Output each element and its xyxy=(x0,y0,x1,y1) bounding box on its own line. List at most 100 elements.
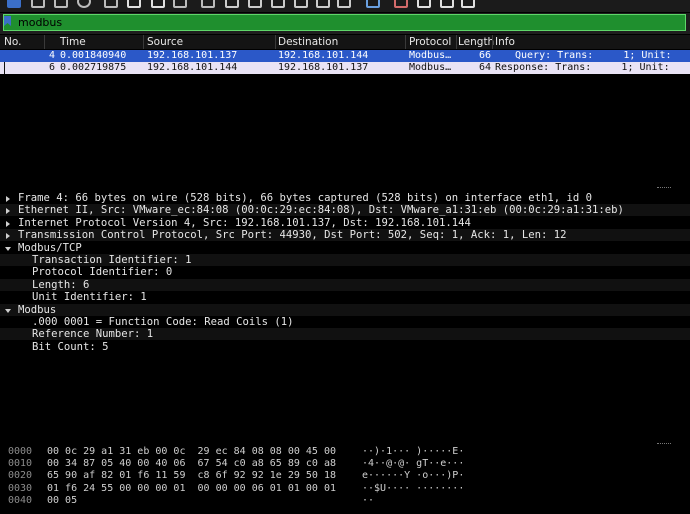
hex-offset: 0000 xyxy=(8,446,33,457)
resize-columns-icon[interactable] xyxy=(461,0,475,8)
packet-row[interactable]: 6 0.002719875 192.168.101.144 192.168.10… xyxy=(0,62,690,74)
detail-tree-item[interactable]: Reference Number: 1 xyxy=(0,328,690,341)
packet-info: Response: Trans: 1; Unit: xyxy=(495,62,670,73)
hex-ascii: ··$U···· ········ xyxy=(362,482,465,494)
detail-text: Transaction Identifier: 1 xyxy=(32,254,192,266)
colorize-icon[interactable] xyxy=(366,0,380,8)
packet-bytes-pane: 0000 00 0c 29 a1 31 eb 00 0c 29 ec 84 08 … xyxy=(0,446,690,514)
detail-tree-item[interactable]: Transmission Control Protocol, Src Port:… xyxy=(0,229,690,242)
detail-tree-item[interactable]: Bit Count: 5 xyxy=(0,341,690,353)
last-icon[interactable] xyxy=(316,0,330,8)
hex-row[interactable]: 0000 00 0c 29 a1 31 eb 00 0c 29 ec 84 08 … xyxy=(0,446,690,458)
detail-tree-item[interactable]: Transaction Identifier: 1 xyxy=(0,254,690,266)
packet-protocol: Modbus… xyxy=(409,50,452,61)
packet-no: 6 xyxy=(49,62,56,73)
packet-list-header: No. Time Source Destination Protocol Len… xyxy=(0,35,690,49)
packet-length: 64 xyxy=(479,62,492,73)
detail-text: Bit Count: 5 xyxy=(32,340,109,353)
filter-value: modbus xyxy=(18,16,63,29)
column-header-time[interactable]: Time xyxy=(60,36,86,48)
hex-bytes: 65 90 af 82 01 f6 11 59 c8 6f 92 92 1e 2… xyxy=(47,470,336,482)
related-packet-marker xyxy=(4,62,5,74)
detail-text: Transmission Control Protocol, Src Port:… xyxy=(18,229,567,242)
packet-length: 66 xyxy=(479,50,492,61)
normal-size-icon[interactable] xyxy=(440,0,454,8)
hex-offset: 0030 xyxy=(8,482,33,494)
forward-icon[interactable] xyxy=(248,0,262,8)
detail-text: Unit Identifier: 1 xyxy=(32,291,147,304)
hex-bytes: 01 f6 24 55 00 00 00 01 00 00 00 06 01 0… xyxy=(47,482,336,494)
open-icon[interactable] xyxy=(104,0,118,8)
hex-row[interactable]: 0010 00 34 87 05 40 00 40 06 67 54 c0 a8 … xyxy=(0,458,690,470)
go-to-icon[interactable] xyxy=(271,0,285,8)
hex-bytes: 00 05 xyxy=(47,494,78,506)
detail-tree-item[interactable]: Internet Protocol Version 4, Src: 192.16… xyxy=(0,217,690,229)
restart-icon[interactable] xyxy=(54,0,68,8)
column-header-length[interactable]: Length xyxy=(458,36,494,48)
zoom-out-icon[interactable] xyxy=(417,0,431,8)
shark-fin-icon[interactable] xyxy=(7,0,21,8)
zoom-in-icon[interactable] xyxy=(394,0,408,8)
stop-icon[interactable] xyxy=(31,0,45,8)
hex-row[interactable]: 0030 01 f6 24 55 00 00 00 01 00 00 00 06 … xyxy=(0,483,690,495)
collapsed-arrow-icon[interactable] xyxy=(6,196,10,202)
save-icon[interactable] xyxy=(127,0,141,8)
detail-tree-item[interactable]: .000 0001 = Function Code: Read Coils (1… xyxy=(0,316,690,328)
expanded-arrow-icon[interactable] xyxy=(5,246,11,251)
collapsed-arrow-icon[interactable] xyxy=(6,208,10,215)
detail-tree-item[interactable]: Length: 6 xyxy=(0,278,690,291)
detail-text: Frame 4: 66 bytes on wire (528 bits), 66… xyxy=(18,192,593,204)
detail-text: Protocol Identifier: 0 xyxy=(32,266,173,279)
packet-no: 4 xyxy=(49,50,56,61)
detail-tree-item[interactable]: Protocol Identifier: 0 xyxy=(0,266,690,278)
packet-source: 192.168.101.144 xyxy=(147,62,238,73)
back-icon[interactable] xyxy=(225,0,239,8)
hex-ascii: ·4··@·@· gT··e··· xyxy=(362,458,465,470)
main-toolbar xyxy=(0,0,690,12)
column-header-source[interactable]: Source xyxy=(147,36,183,48)
detail-text: .000 0001 = Function Code: Read Coils (1… xyxy=(32,316,294,328)
detail-text: Length: 6 xyxy=(32,278,90,291)
detail-text: Reference Number: 1 xyxy=(32,328,154,341)
detail-text: Modbus xyxy=(18,303,57,316)
options-icon[interactable] xyxy=(77,0,91,8)
search-icon[interactable] xyxy=(201,0,215,8)
column-header-destination[interactable]: Destination xyxy=(278,36,338,48)
collapsed-arrow-icon[interactable] xyxy=(6,233,10,240)
autoscroll-icon[interactable] xyxy=(337,0,351,8)
detail-tree-item[interactable]: Frame 4: 66 bytes on wire (528 bits), 66… xyxy=(0,192,690,204)
display-filter-input[interactable]: modbus xyxy=(3,14,686,31)
packet-details-pane: Frame 4: 66 bytes on wire (528 bits), 66… xyxy=(0,192,690,442)
hex-ascii: ·· xyxy=(362,494,375,506)
packet-destination: 192.168.101.144 xyxy=(278,50,369,61)
column-header-info[interactable]: Info xyxy=(495,36,515,48)
hex-row[interactable]: 0020 65 90 af 82 01 f6 11 59 c8 6f 92 92 … xyxy=(0,470,690,482)
packet-destination: 192.168.101.137 xyxy=(278,62,369,73)
packet-time: 0.002719875 xyxy=(60,62,127,73)
column-header-no[interactable]: No. xyxy=(4,36,21,48)
collapsed-arrow-icon[interactable] xyxy=(6,220,10,227)
packet-time: 0.001840940 xyxy=(60,50,127,61)
packet-row[interactable]: 4 0.001840940 192.168.101.137 192.168.10… xyxy=(0,50,690,62)
detail-tree-item[interactable]: Modbus/TCP xyxy=(0,242,690,254)
packet-list-empty-area xyxy=(0,75,690,185)
display-filter-bar: modbus xyxy=(0,13,690,34)
column-header-protocol[interactable]: Protocol xyxy=(409,36,451,48)
hex-ascii: ··)·1··· )·····E· xyxy=(362,446,465,457)
close-file-icon[interactable] xyxy=(151,0,165,8)
hex-offset: 0010 xyxy=(8,458,33,470)
reload-icon[interactable] xyxy=(173,0,187,8)
packet-source: 192.168.101.137 xyxy=(147,50,238,61)
hex-bytes: 00 0c 29 a1 31 eb 00 0c 29 ec 84 08 08 0… xyxy=(47,446,336,457)
pane-splitter-handle[interactable] xyxy=(657,187,671,191)
hex-row[interactable]: 0040 00 05 ·· xyxy=(0,495,690,507)
first-icon[interactable] xyxy=(294,0,308,8)
hex-bytes: 00 34 87 05 40 00 40 06 67 54 c0 a8 65 8… xyxy=(47,458,336,470)
detail-text: Internet Protocol Version 4, Src: 192.16… xyxy=(18,216,471,229)
expanded-arrow-icon[interactable] xyxy=(5,308,11,313)
hex-ascii: e······Y ·o···)P· xyxy=(362,470,465,482)
detail-tree-item[interactable]: Modbus xyxy=(0,303,690,316)
detail-tree-item[interactable]: Ethernet II, Src: VMware_ec:84:08 (00:0c… xyxy=(0,204,690,217)
packet-info: Query: Trans: 1; Unit: xyxy=(515,50,672,61)
detail-tree-item[interactable]: Unit Identifier: 1 xyxy=(0,291,690,303)
